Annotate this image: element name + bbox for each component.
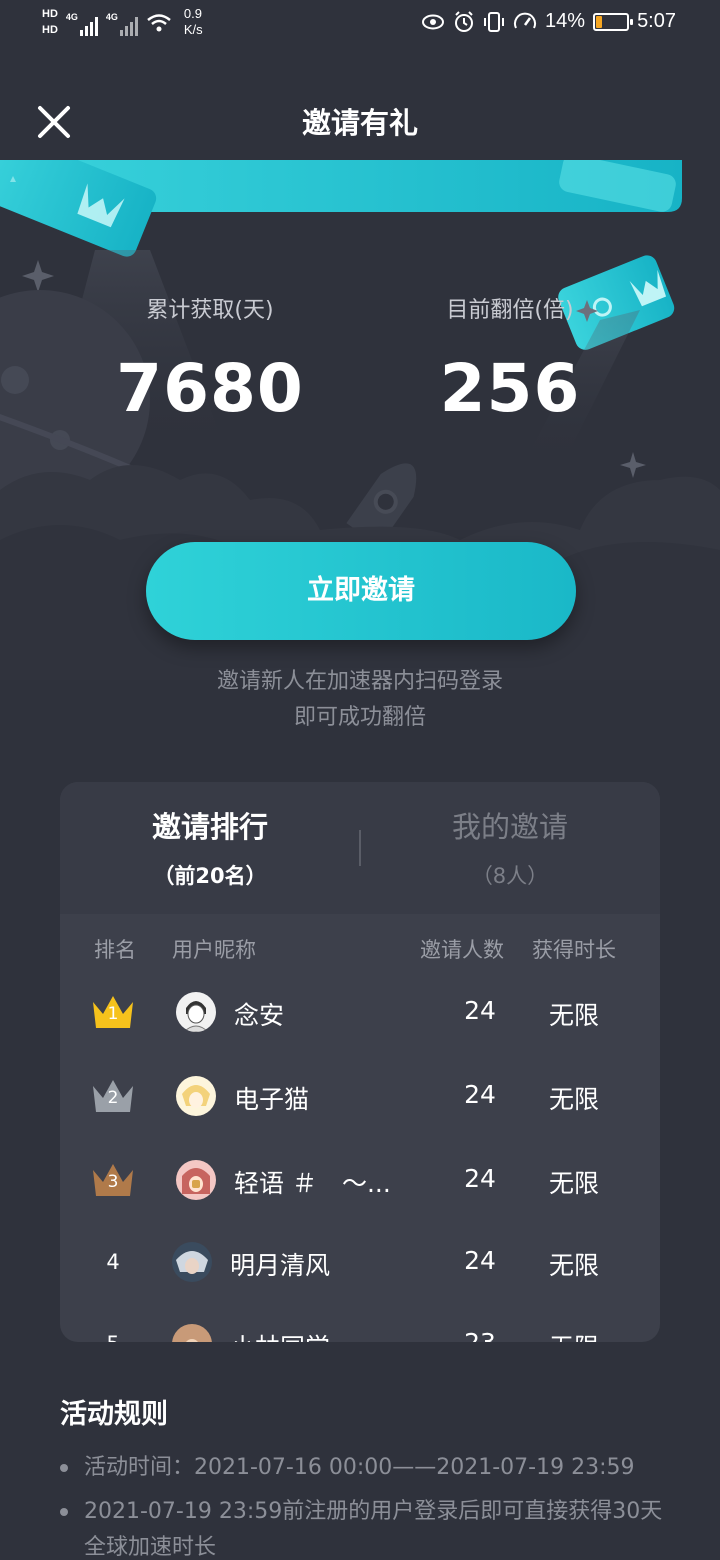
header-nickname: 用户昵称	[172, 938, 256, 962]
rank-number: 2	[107, 1088, 119, 1108]
tab-my-invites[interactable]: 我的邀请 （8人）	[360, 804, 660, 890]
ranking-tabs: 邀请排行 （前20名） 我的邀请 （8人）	[60, 782, 660, 914]
tab-invite-ranking-label: 邀请排行	[151, 810, 268, 844]
stat-total-days: 累计获取(天) 7680	[110, 292, 310, 427]
status-bar: HD HD 4G 4G 0.9 K/s 14% 5:07	[0, 0, 720, 52]
rule-item: 活动时间：2021-07-16 00:00——2021-07-19 23:59	[60, 1450, 684, 1486]
silver-crown-icon: 2	[90, 1076, 136, 1116]
tab-invite-ranking-sub: （前20名）	[153, 864, 267, 888]
table-row[interactable]: 2 电子猫 24 无限	[60, 1066, 660, 1126]
user-nickname: 明月清风	[230, 1251, 331, 1280]
table-header: 排名 用户昵称 邀请人数 获得时长	[60, 934, 660, 964]
rules-title: 活动规则	[60, 1399, 168, 1430]
battery-icon	[593, 12, 634, 31]
network-speed-unit: K/s	[183, 22, 203, 37]
user-nickname: 小林同学	[230, 1328, 400, 1342]
hd-badge-1: HD	[42, 8, 58, 20]
user-nickname: 念安	[234, 1001, 285, 1030]
network-type-1: 4G	[65, 12, 78, 22]
stat-multiplier: 目前翻倍(倍) 256	[410, 292, 610, 427]
table-row[interactable]: 1 念安 24 无限	[60, 982, 660, 1042]
header-invite-count: 邀请人数	[420, 938, 504, 962]
invite-now-button[interactable]: 立即邀请	[146, 542, 576, 640]
reward-duration: 无限	[548, 1251, 599, 1280]
invite-hint: 邀请新人在加速器内扫码登录 即可成功翻倍	[0, 664, 720, 736]
rule-item: 2021-07-19 23:59前注册的用户登录后即可直接获得30天全球加速时长	[60, 1494, 674, 1560]
user-avatar	[172, 1324, 212, 1342]
network-speed: 0.9 K/s	[184, 6, 203, 38]
invite-count: 24	[464, 996, 496, 1025]
tab-my-invites-sub: （8人）	[471, 864, 549, 888]
stat-multiplier-value: 256	[439, 350, 581, 427]
battery-percent: 14%	[545, 10, 586, 32]
clock: 5:07	[637, 10, 676, 32]
wifi-icon	[147, 14, 171, 32]
user-avatar	[176, 1076, 216, 1116]
stat-multiplier-label: 目前翻倍(倍)	[446, 298, 574, 323]
eye-icon	[422, 14, 445, 29]
alarm-icon	[455, 10, 474, 32]
invite-hint-line2: 即可成功翻倍	[293, 705, 426, 730]
rank-number: 5	[90, 1332, 136, 1342]
user-nickname: 轻语 ＃ ～...	[234, 1169, 391, 1198]
header-rank: 排名	[94, 938, 136, 962]
reward-duration: 无限	[548, 1169, 599, 1198]
vibrate-icon	[484, 11, 505, 32]
signal-icon-2: 4G	[106, 6, 138, 36]
invite-count: 23	[440, 1328, 520, 1342]
network-type-2: 4G	[105, 12, 118, 22]
network-speed-value: 0.9	[183, 6, 202, 21]
rank-number: 1	[107, 1004, 119, 1024]
rank-number: 3	[107, 1172, 119, 1192]
user-avatar	[176, 992, 216, 1032]
stat-total-value: 7680	[116, 350, 304, 427]
hd-badge-2: HD	[42, 24, 58, 36]
tab-invite-ranking[interactable]: 邀请排行 （前20名）	[60, 804, 360, 890]
table-row[interactable]: 5 小林同学 23 无限	[60, 1314, 660, 1342]
speedometer-icon	[514, 12, 537, 28]
user-avatar	[172, 1242, 212, 1282]
hd-badges: HD HD	[42, 6, 58, 38]
signal-icon: 4G	[66, 6, 98, 36]
bronze-crown-icon: 3	[90, 1160, 136, 1200]
invite-count: 24	[464, 1164, 496, 1193]
invite-count: 24	[464, 1080, 496, 1109]
reward-duration: 无限	[548, 1001, 599, 1030]
gold-crown-icon: 1	[90, 992, 136, 1032]
page-title: 邀请有礼	[301, 106, 418, 140]
tab-my-invites-label: 我的邀请	[451, 810, 568, 844]
user-avatar	[176, 1160, 216, 1200]
table-row[interactable]: 3 轻语 ＃ ～... 24 无限	[60, 1150, 660, 1210]
user-nickname: 电子猫	[234, 1085, 310, 1114]
reward-duration: 无限	[548, 1085, 599, 1114]
ranking-card: 邀请排行 （前20名） 我的邀请 （8人） 排名 用户昵称 邀请人数 获得时长 …	[60, 782, 660, 1342]
reward-duration: 无限	[530, 1328, 618, 1342]
stat-total-label: 累计获取(天)	[146, 298, 274, 323]
table-row[interactable]: 4 明月清风 24 无限	[60, 1232, 660, 1292]
rank-number: 4	[106, 1250, 120, 1274]
invite-hint-line1: 邀请新人在加速器内扫码登录	[216, 669, 503, 694]
top-bar: 邀请有礼	[0, 80, 720, 160]
header-duration: 获得时长	[532, 938, 616, 962]
invite-count: 24	[464, 1246, 496, 1275]
